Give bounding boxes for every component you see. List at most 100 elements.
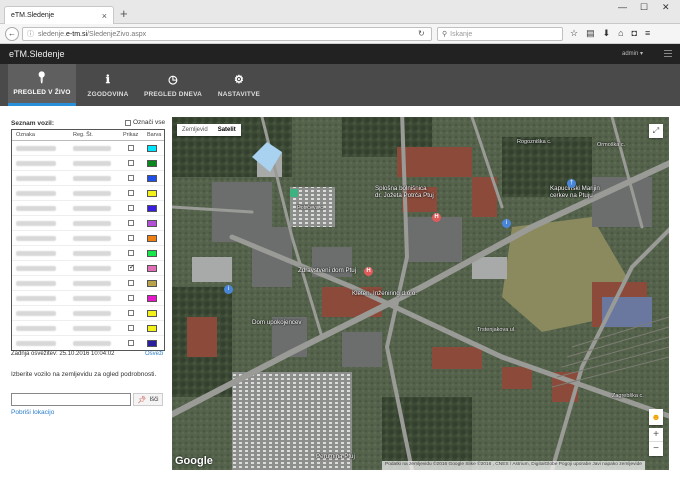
col-reg[interactable]: Reg. Št.: [73, 132, 93, 138]
reading-list-icon[interactable]: ▤: [586, 28, 595, 39]
vehicle-color-swatch[interactable]: [147, 190, 157, 197]
col-color[interactable]: Barva: [147, 132, 161, 138]
hamburger-icon[interactable]: [664, 50, 672, 57]
table-row[interactable]: [12, 336, 164, 350]
vehicle-color-swatch[interactable]: [147, 160, 157, 167]
show-vehicle-checkbox[interactable]: [128, 263, 135, 271]
table-row[interactable]: [12, 231, 164, 246]
table-row[interactable]: [12, 156, 164, 171]
show-vehicle-checkbox[interactable]: [128, 250, 134, 256]
location-input[interactable]: [11, 393, 131, 406]
select-all-checkbox[interactable]: [125, 119, 131, 126]
vehicle-color-swatch[interactable]: [147, 340, 157, 347]
vehicle-color-swatch[interactable]: [147, 175, 157, 182]
info-icon[interactable]: ⓘ: [27, 29, 34, 39]
vehicle-color-swatch[interactable]: [147, 325, 157, 332]
bookmark-star-icon[interactable]: ☆: [570, 28, 578, 39]
nav-day-overview[interactable]: ◷ PREGLED DNEVA: [140, 64, 206, 106]
table-row[interactable]: [12, 306, 164, 321]
new-tab-button[interactable]: +: [120, 7, 128, 20]
download-icon[interactable]: ⬇: [603, 28, 611, 39]
clear-location-link[interactable]: Pobriši lokacijo: [11, 409, 54, 416]
browser-tab[interactable]: eTM.Sledenje ×: [4, 6, 114, 24]
maximize-button[interactable]: ☐: [640, 2, 648, 13]
vehicle-color-swatch[interactable]: [147, 295, 157, 302]
table-row[interactable]: [12, 276, 164, 291]
col-show[interactable]: Prikaz: [123, 132, 138, 138]
road-label: Trstenjakova ul.: [477, 327, 516, 333]
vehicle-color-swatch[interactable]: [147, 220, 157, 227]
show-vehicle-checkbox[interactable]: [128, 175, 134, 181]
fullscreen-icon[interactable]: ⤢: [649, 124, 663, 138]
brand-title[interactable]: eTM.Sledenje: [9, 49, 65, 59]
zoom-in-button[interactable]: +: [649, 428, 663, 442]
map-label-retirement-home[interactable]: Dom upokojencev: [252, 319, 302, 326]
vehicle-color-swatch[interactable]: [147, 145, 157, 152]
table-row[interactable]: [12, 216, 164, 231]
show-vehicle-checkbox[interactable]: [128, 325, 134, 331]
browser-search[interactable]: ⚲ Iskanje: [437, 27, 563, 41]
refresh-link[interactable]: Osveži: [145, 351, 163, 357]
show-vehicle-checkbox[interactable]: [128, 340, 134, 346]
show-vehicle-checkbox[interactable]: [128, 220, 134, 226]
health-center-marker-icon[interactable]: H: [364, 267, 373, 276]
hospital-marker-icon[interactable]: H: [432, 213, 441, 222]
nav-settings[interactable]: ⚙ NASTAVITVE: [212, 64, 266, 106]
col-name[interactable]: Oznaka: [16, 132, 35, 138]
close-window-button[interactable]: ✕: [662, 2, 670, 13]
minimize-button[interactable]: —: [618, 2, 627, 12]
street-view-pegman-icon[interactable]: ☻: [649, 409, 663, 425]
nav-live-view[interactable]: 📍︎ PREGLED V ŽIVO: [8, 64, 76, 106]
show-vehicle-checkbox[interactable]: [128, 205, 134, 211]
map-label-health-center[interactable]: Zdravstveni dom Ptuj: [298, 267, 356, 274]
poi-marker-icon[interactable]: i: [502, 219, 511, 228]
show-vehicle-checkbox[interactable]: [128, 190, 134, 196]
table-row[interactable]: [12, 186, 164, 201]
back-button[interactable]: ←: [5, 26, 19, 41]
map-label-church[interactable]: Kapucinski Marijin cerkev na Ptuju: [550, 185, 600, 199]
table-row[interactable]: [12, 291, 164, 306]
vehicle-color-swatch[interactable]: [147, 310, 157, 317]
vehicle-name-redacted: [16, 161, 56, 166]
show-vehicle-checkbox[interactable]: [128, 280, 134, 286]
search-location-button[interactable]: 📌︎ Išči: [133, 393, 163, 406]
user-menu[interactable]: admin ▾: [622, 50, 643, 57]
vehicle-reg-redacted: [73, 206, 111, 211]
map-type-satellite[interactable]: Satelit: [213, 124, 241, 136]
table-row[interactable]: [12, 246, 164, 261]
show-vehicle-checkbox[interactable]: [128, 310, 134, 316]
select-all-toggle[interactable]: Označi vse: [125, 119, 165, 126]
vehicle-color-swatch[interactable]: [147, 265, 157, 272]
reload-icon[interactable]: ↻: [418, 29, 425, 38]
map-label-perutnina[interactable]: Perutnina Ptuj: [316, 453, 355, 460]
nav-history[interactable]: ℹ ZGODOVINA: [80, 64, 136, 106]
table-row[interactable]: [12, 321, 164, 336]
show-vehicle-checkbox[interactable]: [128, 295, 134, 301]
vehicle-name-redacted: [16, 236, 56, 241]
table-row[interactable]: [12, 141, 164, 156]
pocket-icon[interactable]: ◘: [632, 28, 637, 39]
table-row[interactable]: [12, 201, 164, 216]
map[interactable]: Zemljevid Satelit ⤢ Splošna bolnišnica dr…: [172, 117, 669, 470]
zoom-out-button[interactable]: −: [649, 442, 663, 456]
vehicle-color-swatch[interactable]: [147, 280, 157, 287]
nav-label: NASTAVITVE: [217, 90, 261, 98]
map-type-map[interactable]: Zemljevid: [177, 124, 213, 136]
vehicle-color-swatch[interactable]: [147, 235, 157, 242]
vehicle-color-swatch[interactable]: [147, 250, 157, 257]
map-attribution[interactable]: Podatki na zemljevidu ©2016 Google Slike…: [382, 461, 645, 470]
vehicle-color-swatch[interactable]: [147, 205, 157, 212]
show-vehicle-checkbox[interactable]: [128, 160, 134, 166]
bus-stop-icon[interactable]: i: [224, 285, 233, 294]
table-row[interactable]: [12, 261, 164, 276]
map-label-hospital[interactable]: Splošna bolnišnica dr. Jožeta Potrča Ptuj: [375, 185, 434, 199]
show-vehicle-checkbox[interactable]: [128, 145, 134, 151]
home-icon[interactable]: ⌂: [618, 28, 623, 39]
menu-icon[interactable]: ≡: [645, 28, 650, 39]
map-label-company[interactable]: Kleten. Inženiring d.o.o.: [352, 290, 417, 297]
table-row[interactable]: [12, 171, 164, 186]
show-vehicle-checkbox[interactable]: [128, 235, 134, 241]
church-marker-icon[interactable]: †: [567, 179, 576, 188]
tab-close-icon[interactable]: ×: [102, 11, 107, 21]
url-bar[interactable]: ⓘ sledenje. e-tm.si/SledenjeZivo.aspx: [22, 27, 432, 41]
